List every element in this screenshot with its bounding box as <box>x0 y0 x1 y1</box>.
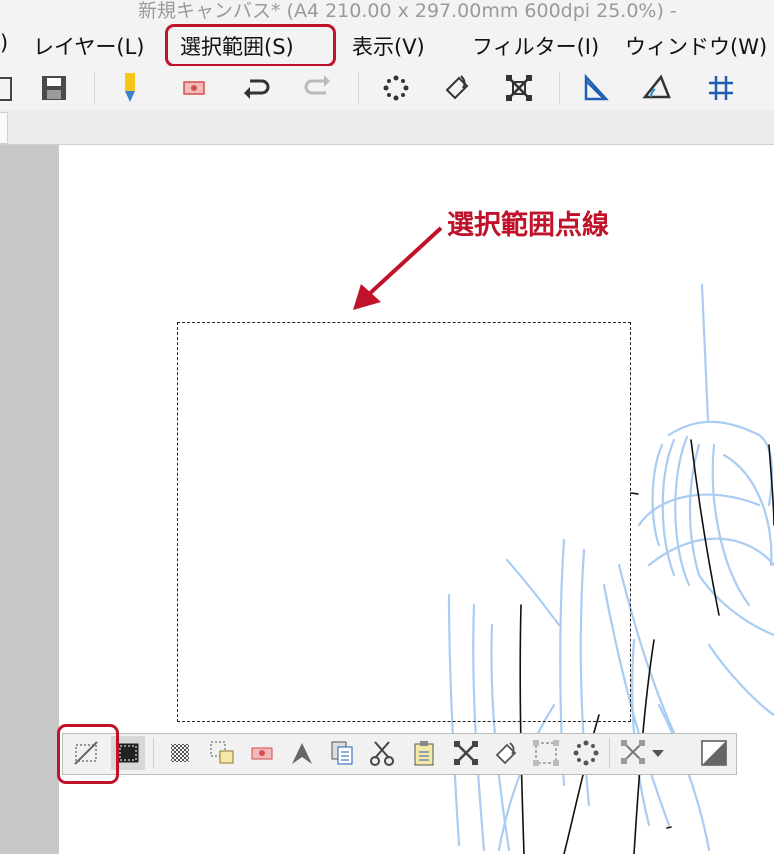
undo-icon[interactable] <box>236 68 276 108</box>
select-all-icon[interactable] <box>163 736 197 770</box>
ruler-icon[interactable] <box>575 68 615 108</box>
more-icon[interactable] <box>697 736 731 770</box>
duplicate-icon[interactable] <box>325 736 359 770</box>
selection-marquee[interactable] <box>177 322 631 722</box>
canvas-tab-bar <box>0 110 774 145</box>
grid-icon[interactable] <box>701 68 741 108</box>
transform-icon[interactable] <box>499 68 539 108</box>
deselect-highlight <box>57 724 119 784</box>
menu-item-view[interactable]: 表示(V) <box>352 31 425 61</box>
selection-launcher <box>62 733 737 775</box>
pen-icon[interactable] <box>110 68 150 108</box>
expand-selection-icon[interactable] <box>529 736 563 770</box>
command-bar <box>0 66 774 111</box>
redo-icon[interactable] <box>298 68 338 108</box>
eraser-icon[interactable] <box>174 68 214 108</box>
bucket-icon[interactable] <box>489 736 523 770</box>
annotation-arrow <box>353 226 443 310</box>
clipboard-icon[interactable] <box>0 68 22 108</box>
annotation-label: 選択範囲点線 <box>447 210 609 241</box>
window-title: 新規キャンバス* (A4 210.00 x 297.00mm 600dpi 25… <box>138 0 677 22</box>
paste-icon[interactable] <box>407 736 441 770</box>
ruler-angle-icon[interactable] <box>637 68 677 108</box>
canvas-tab[interactable] <box>0 112 8 144</box>
dots-icon[interactable] <box>376 68 416 108</box>
menu-item-filter[interactable]: フィルター(I) <box>472 31 599 61</box>
fill-icon[interactable] <box>285 736 319 770</box>
copy-paste-icon[interactable] <box>205 736 239 770</box>
cut-icon[interactable] <box>365 736 399 770</box>
shrink-selection-icon[interactable] <box>569 736 603 770</box>
workspace-margin <box>0 145 59 854</box>
menu-item-prev[interactable]: ) <box>0 31 8 55</box>
menu-item-layer[interactable]: レイヤー(L) <box>33 31 144 61</box>
menu-item-window[interactable]: ウィンドウ(W) <box>625 31 767 61</box>
scale-dropdown-icon[interactable] <box>619 736 669 770</box>
save-icon[interactable] <box>34 68 74 108</box>
selection-menu-highlight <box>165 24 336 67</box>
transform-icon[interactable] <box>449 736 483 770</box>
menu-bar: ) レイヤー(L) 選択範囲(S) 表示(V) フィルター(I) ウィンドウ(W… <box>0 24 774 67</box>
fill-bucket-icon[interactable] <box>437 68 477 108</box>
eraser-icon[interactable] <box>245 736 279 770</box>
title-bar: 新規キャンバス* (A4 210.00 x 297.00mm 600dpi 25… <box>0 0 774 24</box>
